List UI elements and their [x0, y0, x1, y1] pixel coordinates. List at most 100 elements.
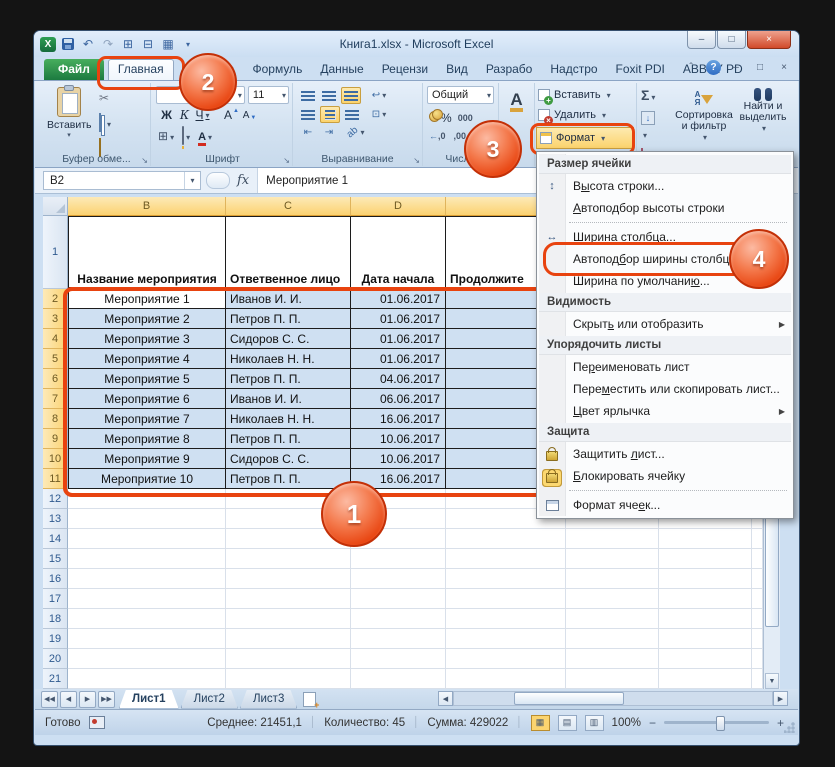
cell-D21[interactable]	[351, 669, 446, 689]
table-icon[interactable]: ⊟	[140, 36, 156, 52]
dialog-launcher-icon[interactable]: ↘	[413, 156, 420, 165]
menu-item[interactable]: Цвет ярлычка▶	[537, 400, 793, 422]
cell-E19[interactable]	[446, 629, 566, 649]
cell-B18[interactable]	[68, 609, 226, 629]
styles-button[interactable]: А	[499, 83, 534, 112]
page-break-view-button[interactable]: ▥	[585, 715, 604, 731]
comma-style-button[interactable]: 000	[458, 113, 473, 123]
cell[interactable]	[752, 549, 763, 569]
cell-B15[interactable]	[68, 549, 226, 569]
cell-B12[interactable]	[68, 489, 226, 509]
cell-C9[interactable]: Петров П. П.	[226, 429, 351, 449]
cell-C17[interactable]	[226, 589, 351, 609]
save-icon[interactable]	[60, 36, 76, 52]
cell-C5[interactable]: Николаев Н. Н.	[226, 349, 351, 369]
delete-cells-button[interactable]: Удалить	[535, 105, 636, 125]
cell-B2[interactable]: Мероприятие 1	[68, 289, 226, 309]
row-header-6[interactable]: 6	[43, 369, 68, 389]
cell[interactable]	[659, 569, 752, 589]
cell-C20[interactable]	[226, 649, 351, 669]
cell-B9[interactable]: Мероприятие 8	[68, 429, 226, 449]
zoom-in-icon[interactable]: +	[777, 716, 784, 730]
cell[interactable]	[566, 549, 659, 569]
cell-B8[interactable]: Мероприятие 7	[68, 409, 226, 429]
autosum-button[interactable]: Σ	[641, 87, 655, 105]
menu-item[interactable]: Защитить лист...	[537, 443, 793, 465]
row-header-2[interactable]: 2	[43, 289, 68, 309]
preview-icon[interactable]: ⊞	[120, 36, 136, 52]
align-left-button[interactable]	[299, 107, 317, 122]
menu-item[interactable]: Блокировать ячейку	[537, 465, 793, 487]
orientation-button[interactable]: ab	[347, 125, 365, 140]
align-bottom-button[interactable]	[341, 87, 361, 104]
cell-C4[interactable]: Сидоров С. С.	[226, 329, 351, 349]
align-middle-button[interactable]	[320, 88, 338, 103]
column-header-C[interactable]: C	[226, 197, 351, 216]
cell[interactable]	[659, 629, 752, 649]
row-header-18[interactable]: 18	[43, 609, 68, 629]
font-color-button[interactable]: А	[198, 127, 212, 145]
align-right-button[interactable]	[343, 107, 361, 122]
cell[interactable]	[752, 569, 763, 589]
cell[interactable]	[566, 649, 659, 669]
cell-B20[interactable]	[68, 649, 226, 669]
cell-C18[interactable]	[226, 609, 351, 629]
cell[interactable]	[566, 609, 659, 629]
name-box-dropdown-icon[interactable]: ▾	[184, 172, 200, 189]
row-header-3[interactable]: 3	[43, 309, 68, 329]
cell-C7[interactable]: Иванов И. И.	[226, 389, 351, 409]
workbook-restore-icon[interactable]: □	[751, 60, 769, 75]
cell-D17[interactable]	[351, 589, 446, 609]
tab-ribbon-4[interactable]: Рецензи	[373, 59, 437, 80]
increase-indent-button[interactable]: ⇥	[320, 125, 338, 140]
cut-button[interactable]: ✂	[99, 89, 111, 107]
font-size-combo[interactable]: 11	[248, 86, 289, 104]
qat-customize-icon[interactable]: ▾	[180, 36, 196, 52]
row-header-13[interactable]: 13	[43, 509, 68, 529]
cell-D2[interactable]: 01.06.2017	[351, 289, 446, 309]
borders-button[interactable]: ⊞	[158, 127, 174, 145]
horizontal-scrollbar[interactable]: ◀ ▶	[438, 691, 788, 706]
menu-item[interactable]: ↕Высота строки...	[537, 175, 793, 197]
accounting-format-button[interactable]	[429, 109, 435, 127]
cell-B21[interactable]	[68, 669, 226, 689]
cell-D10[interactable]: 10.06.2017	[351, 449, 446, 469]
cell-C19[interactable]	[226, 629, 351, 649]
cell-E21[interactable]	[446, 669, 566, 689]
maximize-button[interactable]: □	[717, 31, 746, 49]
cell-D5[interactable]: 01.06.2017	[351, 349, 446, 369]
cell-B10[interactable]: Мероприятие 9	[68, 449, 226, 469]
redo-icon[interactable]: ↷	[100, 36, 116, 52]
normal-view-button[interactable]: ▦	[531, 715, 550, 731]
cell-B17[interactable]	[68, 589, 226, 609]
cell-B13[interactable]	[68, 509, 226, 529]
macro-record-icon[interactable]	[89, 716, 105, 729]
cell[interactable]	[566, 589, 659, 609]
tab-ribbon-3[interactable]: Данные	[311, 59, 372, 80]
calculator-icon[interactable]: ▦	[160, 36, 176, 52]
cell-E18[interactable]	[446, 609, 566, 629]
cell[interactable]	[566, 669, 659, 689]
last-sheet-icon[interactable]: ▶▶	[98, 691, 115, 708]
cell-D19[interactable]	[351, 629, 446, 649]
workbook-close-icon[interactable]: ×	[775, 60, 793, 75]
paste-button[interactable]: Вставить ▾	[47, 87, 91, 139]
cell-C3[interactable]: Петров П. П.	[226, 309, 351, 329]
row-header-7[interactable]: 7	[43, 389, 68, 409]
prev-sheet-icon[interactable]: ◀	[60, 691, 77, 708]
row-header-21[interactable]: 21	[43, 669, 68, 689]
cell[interactable]	[752, 609, 763, 629]
select-all-corner[interactable]	[43, 197, 68, 216]
row-header-19[interactable]: 19	[43, 629, 68, 649]
tab-ribbon-2[interactable]: Формуль	[243, 59, 311, 80]
cell-B14[interactable]	[68, 529, 226, 549]
scroll-down-icon[interactable]: ▼	[765, 673, 779, 689]
cell-C6[interactable]: Петров П. П.	[226, 369, 351, 389]
menu-item[interactable]: Переместить или скопировать лист...	[537, 378, 793, 400]
cell-C1[interactable]: Ответвенное лицо	[226, 216, 351, 289]
cell[interactable]	[752, 669, 763, 689]
excel-logo-icon[interactable]: X	[40, 37, 56, 52]
horizontal-scroll-thumb[interactable]	[514, 692, 624, 705]
help-icon[interactable]: ?	[706, 60, 721, 75]
tab-file[interactable]: Файл	[44, 59, 104, 80]
